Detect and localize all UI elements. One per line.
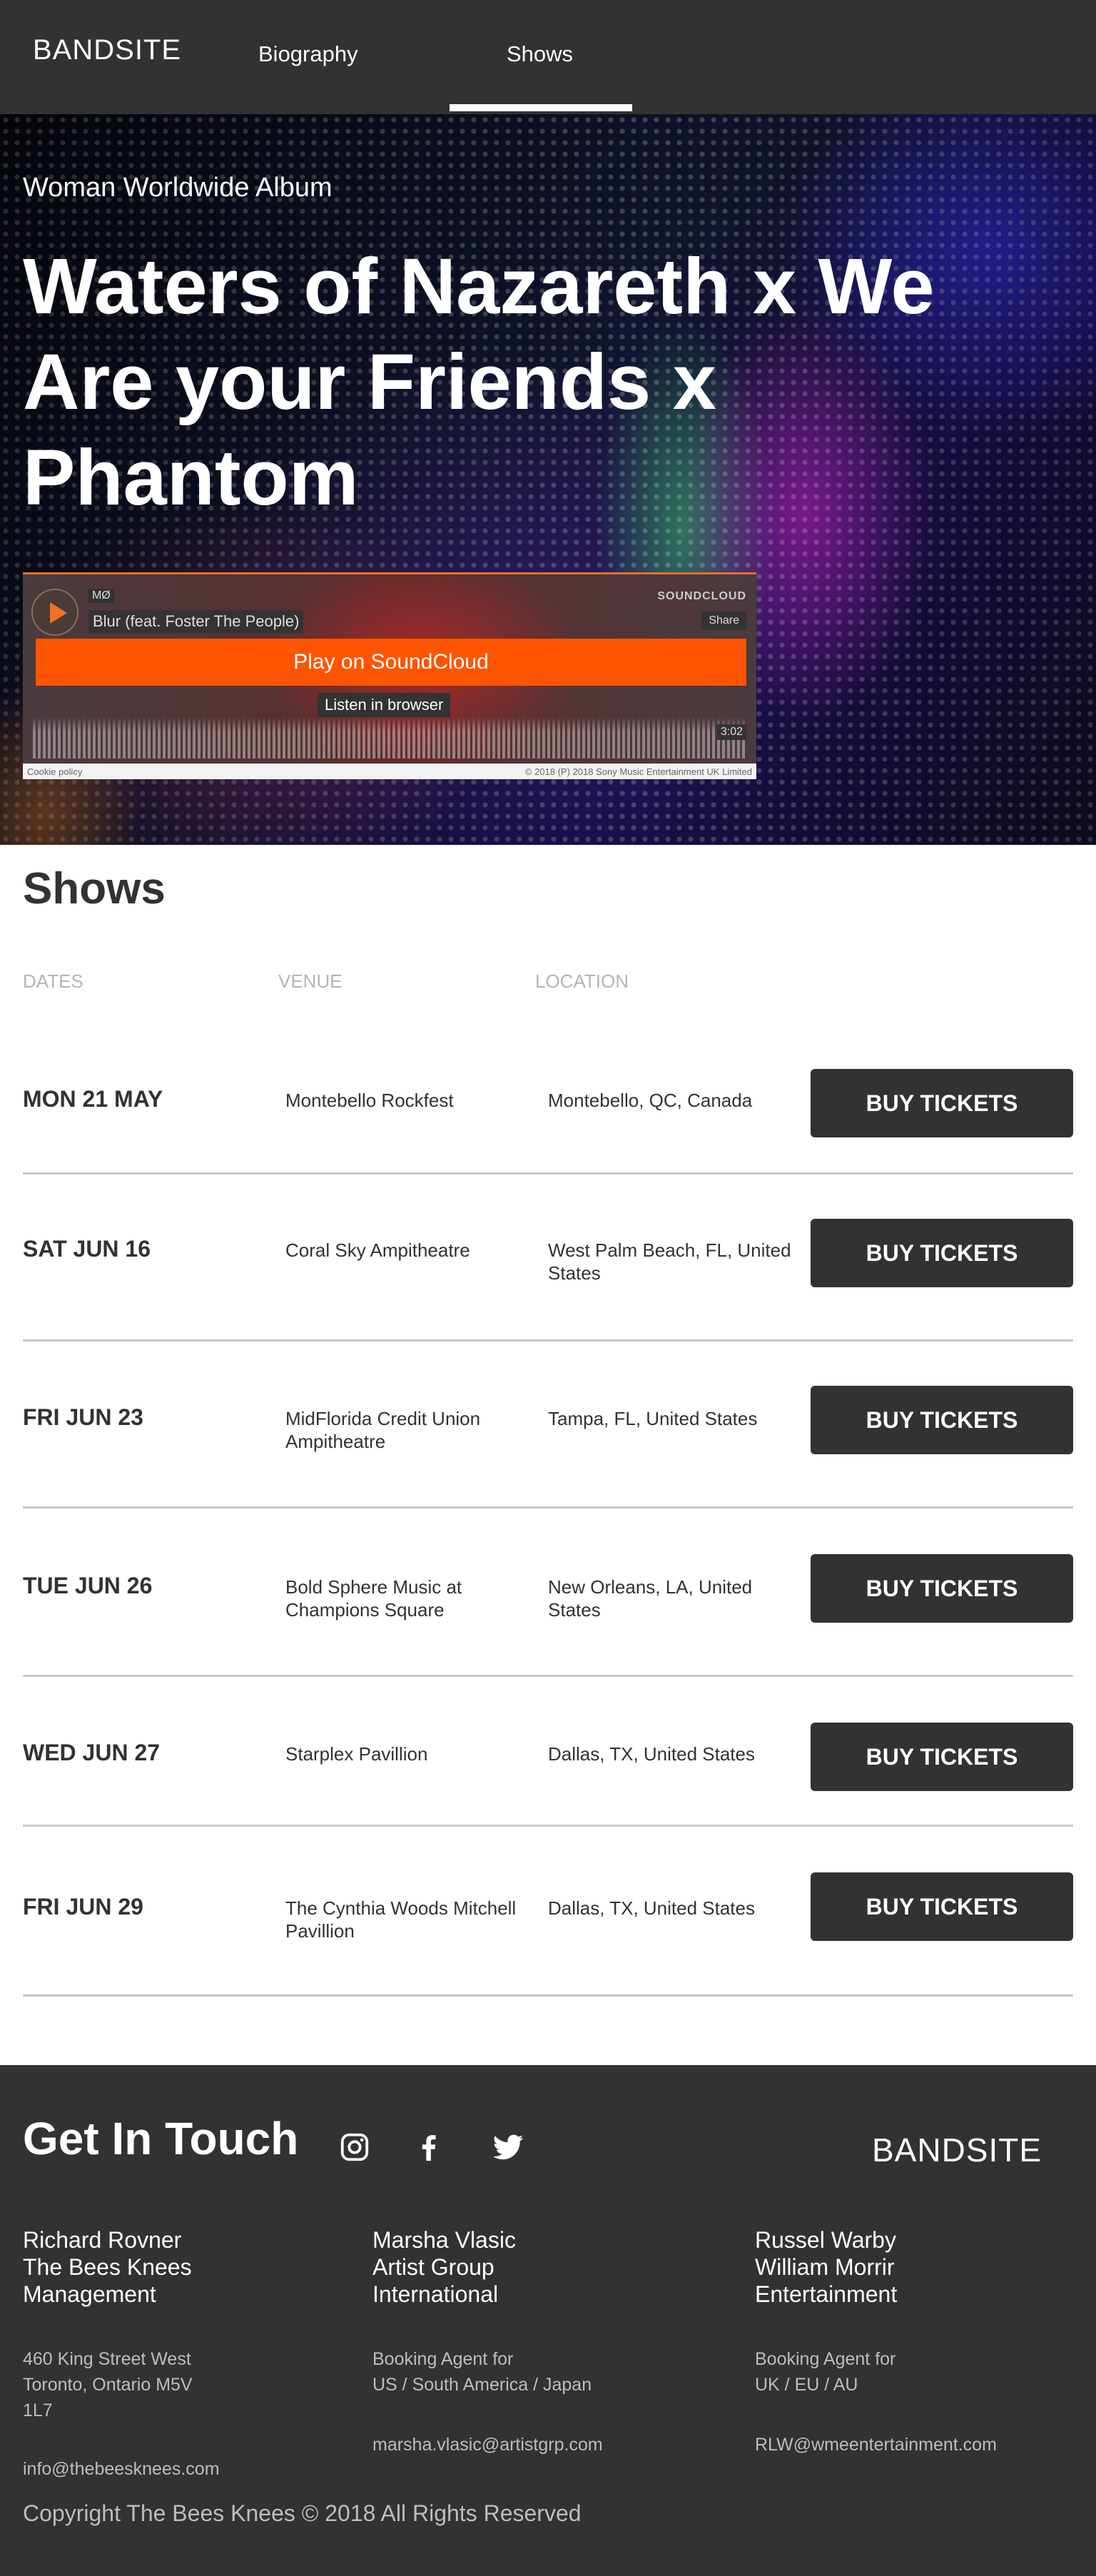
play-on-soundcloud-button[interactable]: Play on SoundCloud	[36, 639, 746, 686]
show-venue: MidFlorida Credit Union Ampitheatre	[285, 1408, 481, 1452]
footer-logo[interactable]: BANDSITE	[872, 2131, 1042, 2169]
contact-name-line: International	[372, 2281, 499, 2307]
cookie-policy-link[interactable]: Cookie policy	[27, 766, 82, 777]
show-venue: Bold Sphere Music at Champions Square	[285, 1576, 462, 1621]
nav-link-biography[interactable]: Biography	[258, 41, 358, 67]
show-venue: Starplex Pavillion	[285, 1743, 428, 1765]
buy-tickets-button[interactable]: BUY TICKETS	[811, 1723, 1073, 1791]
track-duration: 3:02	[716, 724, 746, 740]
show-row: WED JUN 27 Starplex Pavillion Dallas, TX…	[23, 1677, 1073, 1827]
show-date: FRI JUN 23	[23, 1404, 143, 1430]
show-venue: Coral Sky Ampitheatre	[285, 1239, 470, 1261]
soundcloud-player: MØ Blur (feat. Foster The People) SOUNDC…	[23, 572, 756, 779]
show-location: Montebello, QC, Canada	[548, 1090, 753, 1111]
buy-tickets-button[interactable]: BUY TICKETS	[811, 1554, 1073, 1623]
site-logo[interactable]: BANDSITE	[33, 34, 181, 66]
column-header-dates: DATES	[23, 970, 83, 992]
listen-in-browser-button[interactable]: Listen in browser	[318, 693, 451, 717]
soundcloud-logo[interactable]: SOUNDCLOUD	[657, 590, 746, 603]
play-icon[interactable]	[31, 589, 78, 636]
contact-card: Russel Warby William Morrir Entertainmen…	[755, 2226, 997, 2458]
show-row: TUE JUN 26 Bold Sphere Music at Champion…	[23, 1508, 1073, 1677]
contact-email[interactable]: RLW@wmeentertainment.com	[755, 2432, 997, 2458]
show-date: SAT JUN 16	[23, 1236, 151, 1262]
contact-email[interactable]: info@thebeesknees.com	[23, 2456, 220, 2482]
player-footer: Cookie policy © 2018 (P) 2018 Sony Music…	[23, 764, 756, 779]
contact-name-line: Artist Group	[372, 2254, 494, 2280]
hero-section: Woman Worldwide Album Waters of Nazareth…	[0, 114, 1096, 845]
contact-detail: Booking Agent for	[372, 2349, 514, 2369]
contact-name-line: Entertainment	[755, 2281, 898, 2307]
contact-name-line: Richard Rovner	[23, 2227, 182, 2253]
nav-link-shows[interactable]: Shows	[507, 41, 573, 67]
active-nav-indicator	[450, 104, 632, 111]
top-nav: BANDSITE Biography Shows	[0, 0, 1096, 114]
contact-detail: Booking Agent for	[755, 2349, 896, 2369]
contact-email[interactable]: marsha.vlasic@artistgrp.com	[372, 2432, 603, 2458]
column-header-venue: VENUE	[278, 970, 342, 992]
contact-name-line: The Bees Knees	[23, 2254, 192, 2280]
show-location: Dallas, TX, United States	[548, 1743, 755, 1765]
site-footer: Get In Touch BANDSITE Richard Rovner The…	[0, 2065, 1096, 2576]
contact-name-line: Marsha Vlasic	[372, 2227, 516, 2253]
get-in-touch-heading: Get In Touch	[23, 2113, 299, 2164]
copyright-text: Copyright The Bees Knees © 2018 All Righ…	[23, 2500, 582, 2526]
show-date: TUE JUN 26	[23, 1573, 153, 1598]
show-row: FRI JUN 23 MidFlorida Credit Union Ampit…	[23, 1342, 1073, 1508]
hero-subtitle: Woman Worldwide Album	[23, 173, 333, 203]
show-location: Dallas, TX, United States	[548, 1897, 755, 1919]
show-location: West Palm Beach, FL, United States	[548, 1239, 791, 1284]
track-artist[interactable]: MØ	[88, 589, 114, 603]
show-location: New Orleans, LA, United States	[548, 1576, 753, 1621]
instagram-icon[interactable]	[338, 2131, 371, 2164]
facebook-icon[interactable]	[412, 2131, 445, 2164]
contact-card: Richard Rovner The Bees Knees Management…	[23, 2226, 220, 2482]
show-venue: The Cynthia Woods Mitchell Pavillion	[285, 1897, 517, 1942]
buy-tickets-button[interactable]: BUY TICKETS	[811, 1386, 1073, 1454]
contact-detail: UK / EU / AU	[755, 2375, 858, 2395]
twitter-icon[interactable]	[489, 2131, 527, 2164]
contact-name-line: Management	[23, 2281, 156, 2307]
contact-detail: 1L7	[23, 2400, 53, 2420]
contact-name-line: Russel Warby	[755, 2227, 896, 2253]
column-header-location: LOCATION	[535, 970, 629, 992]
contact-name-line: William Morrir	[755, 2254, 895, 2280]
contact-card: Marsha Vlasic Artist Group International…	[372, 2226, 603, 2458]
show-row: MON 21 MAY Montebello Rockfest Montebell…	[23, 1056, 1073, 1175]
show-venue: Montebello Rockfest	[285, 1090, 454, 1111]
player-copyright: © 2018 (P) 2018 Sony Music Entertainment…	[524, 766, 752, 777]
contact-detail: 460 King Street West	[23, 2349, 191, 2369]
buy-tickets-button[interactable]: BUY TICKETS	[811, 1219, 1073, 1287]
waveform[interactable]	[33, 717, 746, 759]
show-date: FRI JUN 29	[23, 1894, 143, 1920]
contact-detail: US / South America / Japan	[372, 2375, 592, 2395]
contact-detail: Toronto, Ontario M5V	[23, 2375, 193, 2395]
buy-tickets-button[interactable]: BUY TICKETS	[811, 1872, 1073, 1941]
show-row: FRI JUN 29 The Cynthia Woods Mitchell Pa…	[23, 1827, 1073, 1997]
shows-heading: Shows	[23, 864, 166, 913]
show-date: WED JUN 27	[23, 1740, 161, 1765]
show-date: MON 21 MAY	[23, 1086, 163, 1112]
show-location: Tampa, FL, United States	[548, 1408, 758, 1429]
track-title[interactable]: Blur (feat. Foster The People)	[88, 610, 304, 633]
show-row: SAT JUN 16 Coral Sky Ampitheatre West Pa…	[23, 1175, 1073, 1342]
hero-title: Waters of Nazareth x We Are your Friends…	[23, 243, 935, 522]
buy-tickets-button[interactable]: BUY TICKETS	[811, 1069, 1073, 1137]
share-button[interactable]: Share	[701, 612, 746, 630]
